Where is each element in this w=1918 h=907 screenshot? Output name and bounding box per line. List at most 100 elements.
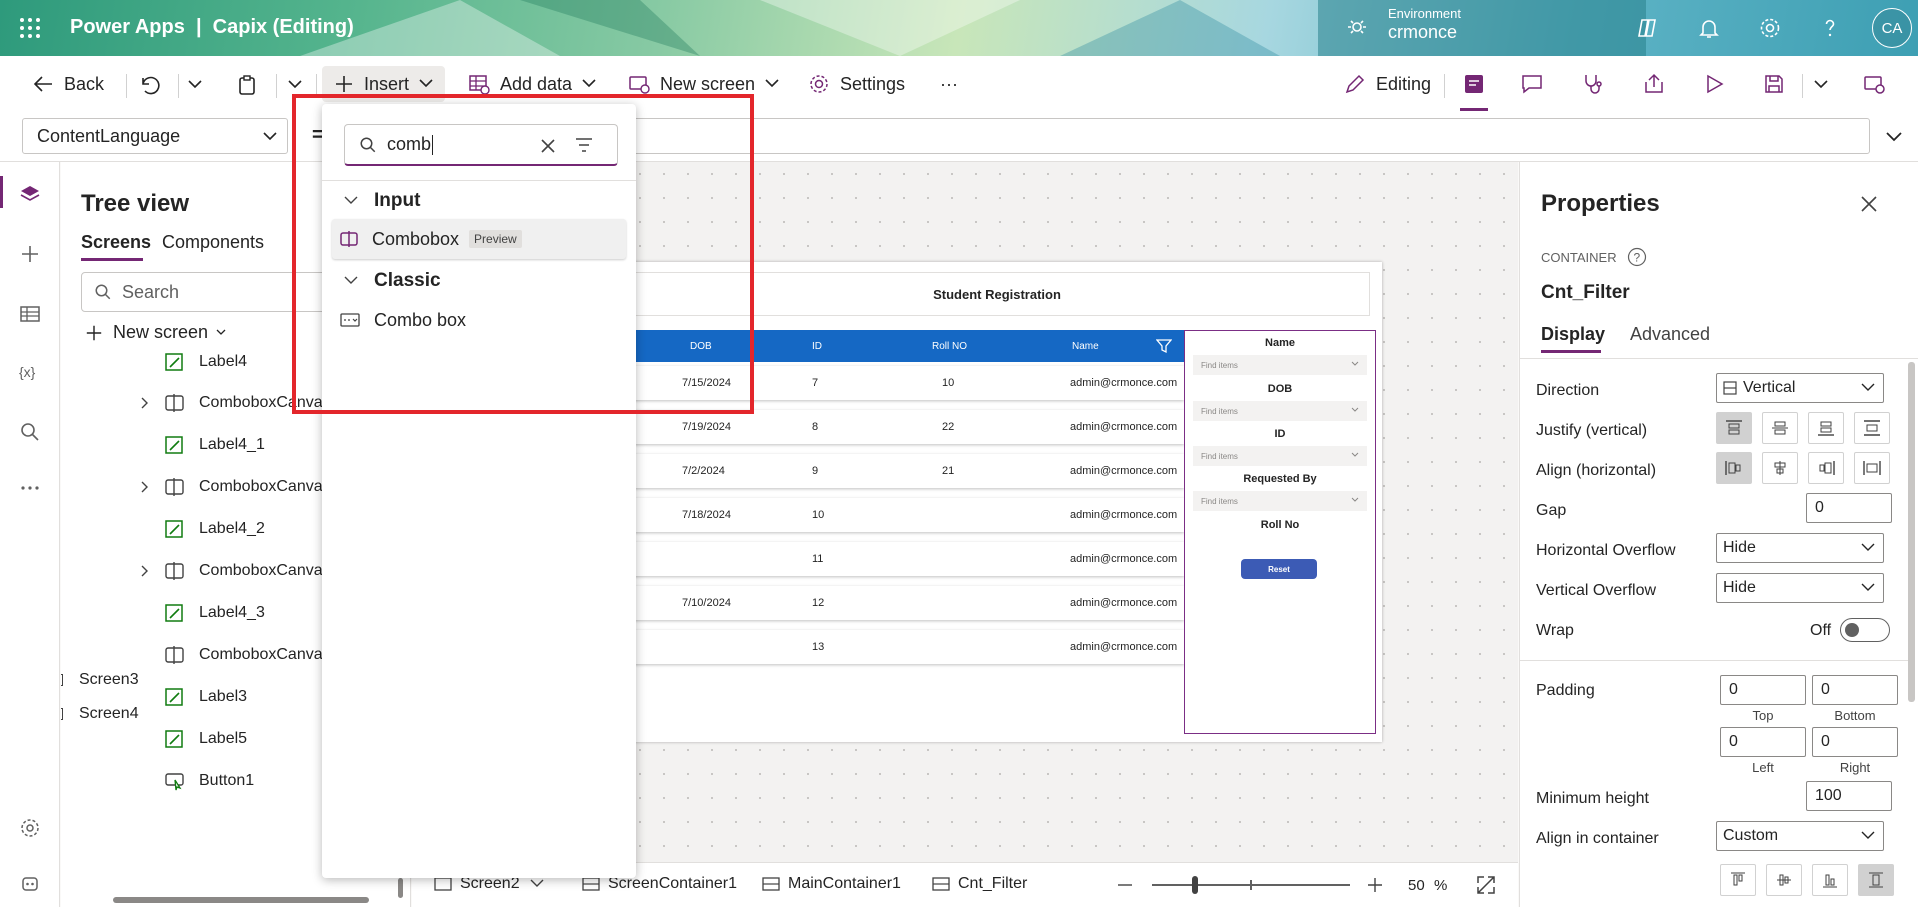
play-icon[interactable] (1702, 72, 1726, 96)
align-left-button[interactable] (1716, 452, 1752, 484)
direction-dropdown[interactable]: Vertical (1716, 373, 1884, 403)
bell-icon[interactable] (1697, 16, 1721, 40)
app-launcher-icon[interactable] (20, 18, 40, 38)
chevron-right-icon[interactable] (141, 565, 149, 577)
editing-button[interactable]: Editing (1344, 66, 1431, 102)
publish-icon[interactable] (1862, 72, 1886, 96)
tree-node-label: ComboboxCanvas1 (199, 478, 340, 495)
gallery-row[interactable]: 7/2/2024 9 21 admin@crmonce.com (612, 454, 1184, 488)
align-in-container-dropdown[interactable]: Custom (1716, 821, 1884, 851)
vertical-overflow-dropdown[interactable]: Hide (1716, 573, 1884, 603)
property-selector[interactable]: ContentLanguage (22, 118, 288, 154)
properties-scrollbar[interactable] (1908, 362, 1915, 702)
zoom-in-icon[interactable] (1368, 878, 1382, 892)
settings-label: Settings (840, 73, 906, 94)
layers-icon[interactable] (18, 182, 42, 206)
filter-name-dropdown[interactable]: Find items (1193, 355, 1367, 375)
app-checker-icon[interactable] (1462, 72, 1486, 96)
gallery-row[interactable]: 11 admin@crmonce.com (612, 542, 1184, 576)
chevron-right-icon[interactable] (141, 481, 149, 493)
align-stretch-button[interactable] (1854, 452, 1890, 484)
filter-requested-dropdown[interactable]: Find items (1193, 491, 1367, 511)
undo-icon[interactable] (138, 74, 160, 96)
back-label: Back (64, 73, 105, 94)
gear-icon[interactable] (1758, 16, 1782, 40)
chevron-down-icon (1351, 361, 1359, 366)
zoom-slider-thumb[interactable] (1192, 876, 1198, 894)
horizontal-overflow-dropdown[interactable]: Hide (1716, 533, 1884, 563)
padding-right-input[interactable]: 0 (1812, 727, 1898, 757)
expand-formula-icon[interactable] (1886, 132, 1902, 142)
stethoscope-icon[interactable] (1580, 72, 1604, 96)
tab-display[interactable]: Display (1541, 324, 1605, 345)
chevron-down-icon[interactable] (1814, 80, 1828, 90)
filter-container[interactable]: Name Find items DOB Find items ID Find i… (1184, 330, 1376, 734)
self-align-stretch-button[interactable] (1858, 864, 1894, 896)
settings-icon[interactable] (18, 816, 42, 840)
direction-label: Direction (1536, 382, 1600, 399)
more-button[interactable]: ··· (940, 66, 958, 102)
chevron-right-icon[interactable] (141, 397, 149, 409)
virtual-agent-icon[interactable] (18, 872, 42, 896)
justify-space-button[interactable] (1854, 412, 1890, 444)
minimum-height-input[interactable]: 100 (1806, 781, 1892, 811)
plus-icon[interactable] (18, 242, 42, 266)
reset-button[interactable]: Reset (1241, 559, 1317, 579)
copilot-icon[interactable] (1635, 16, 1659, 40)
align-right-button[interactable] (1808, 452, 1844, 484)
column-header-name: Name (1072, 341, 1099, 352)
justify-top-button[interactable] (1716, 412, 1752, 444)
save-icon[interactable] (1762, 72, 1786, 96)
fit-to-window-icon[interactable] (1476, 875, 1496, 895)
breadcrumb-cnt-filter[interactable]: Cnt_Filter (932, 875, 1027, 893)
self-align-center-button[interactable] (1766, 864, 1802, 896)
self-align-end-button[interactable] (1812, 864, 1848, 896)
back-button[interactable]: Back (32, 66, 104, 102)
chevron-down-icon[interactable] (288, 80, 302, 90)
align-hcenter-button[interactable] (1762, 452, 1798, 484)
justify-center-button[interactable] (1762, 412, 1798, 444)
wrap-toggle[interactable] (1840, 618, 1890, 642)
help-circle-icon[interactable]: ? (1627, 247, 1647, 267)
padding-left-input[interactable]: 0 (1720, 727, 1806, 757)
gap-input[interactable]: 0 (1806, 493, 1892, 523)
zoom-out-icon[interactable] (1118, 883, 1132, 887)
paste-icon[interactable] (236, 74, 258, 96)
settings-button[interactable]: Settings (808, 66, 905, 102)
help-icon[interactable] (1818, 16, 1842, 40)
gallery-row[interactable]: 7/19/2024 8 22 admin@crmonce.com (612, 410, 1184, 444)
padding-top-input[interactable]: 0 (1720, 675, 1806, 705)
zoom-slider[interactable] (1152, 876, 1350, 894)
gallery-row[interactable]: 13 admin@crmonce.com (612, 630, 1184, 664)
self-align-start-button[interactable] (1720, 864, 1756, 896)
padding-bottom-input[interactable]: 0 (1812, 675, 1898, 705)
close-icon[interactable] (1861, 196, 1877, 212)
variables-icon[interactable]: {x} (18, 360, 42, 384)
tab-advanced[interactable]: Advanced (1630, 324, 1710, 345)
share-icon[interactable] (1642, 72, 1666, 96)
table-icon[interactable] (18, 302, 42, 326)
cell-roll: 22 (942, 421, 955, 433)
breadcrumb-maincontainer1[interactable]: MainContainer1 (762, 875, 901, 893)
direction-value: Vertical (1743, 379, 1796, 396)
gallery-row[interactable]: 7/18/2024 10 admin@crmonce.com (612, 498, 1184, 532)
formula-input[interactable] (590, 118, 1870, 154)
comment-icon[interactable] (1520, 72, 1544, 96)
filter-icon[interactable] (1156, 338, 1172, 354)
filter-dob-dropdown[interactable]: Find items (1193, 401, 1367, 421)
avatar[interactable]: CA (1872, 8, 1912, 48)
chevron-down-icon (1861, 831, 1875, 839)
tree-vertical-scrollbar[interactable] (398, 878, 403, 898)
label-icon (165, 436, 183, 454)
justify-bottom-button[interactable] (1808, 412, 1844, 444)
filter-id-dropdown[interactable]: Find items (1193, 446, 1367, 466)
tab-screens[interactable]: Screens (81, 232, 151, 253)
tab-components[interactable]: Components (162, 232, 264, 253)
more-icon[interactable] (18, 476, 42, 500)
search-icon[interactable] (18, 420, 42, 444)
new-screen-tree-button[interactable]: New screen (85, 322, 226, 343)
left-rail: {x} (0, 162, 60, 907)
tree-horizontal-scrollbar[interactable] (113, 897, 369, 903)
chevron-down-icon[interactable] (188, 80, 202, 90)
gallery-row[interactable]: 7/10/2024 12 admin@crmonce.com (612, 586, 1184, 620)
